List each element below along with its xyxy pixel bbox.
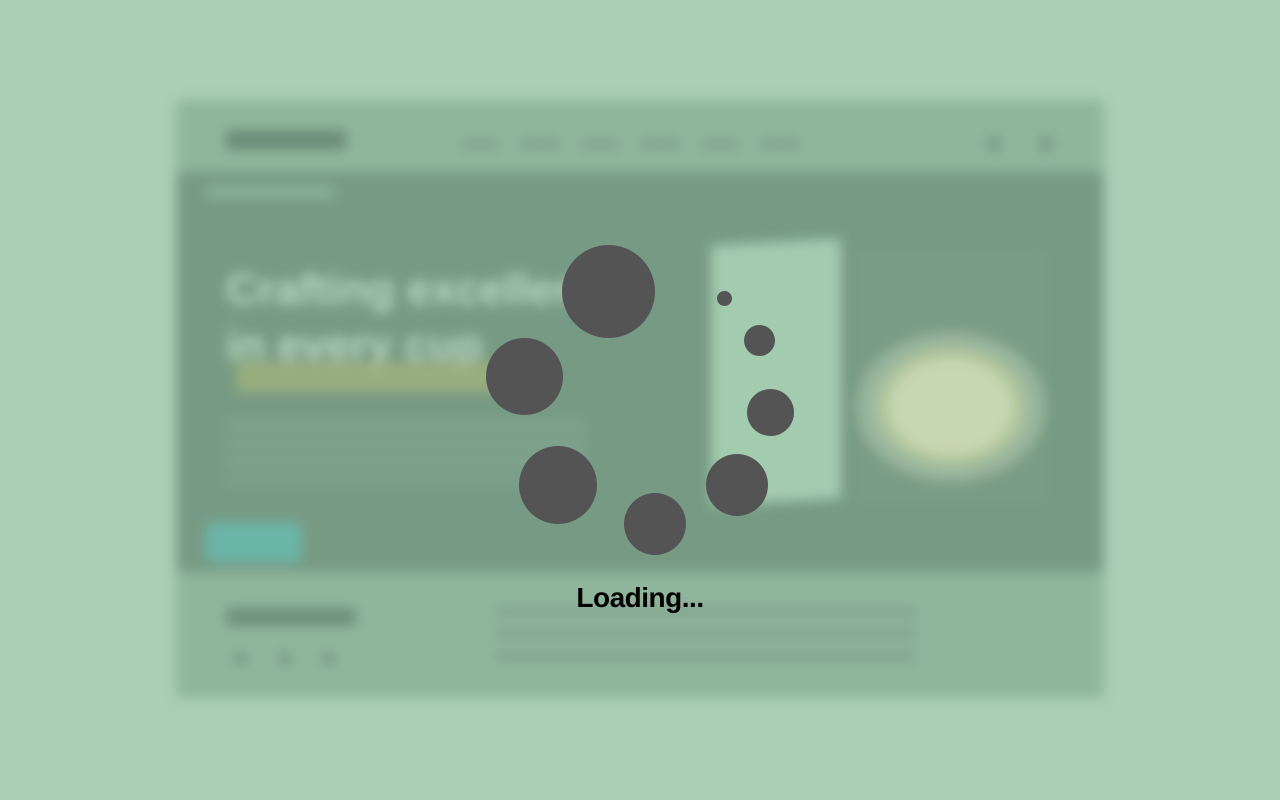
spinner-dot (747, 389, 794, 436)
page-viewport: Crafting excellence in every cup Loading… (0, 0, 1280, 800)
spinner-dot (717, 291, 732, 306)
loading-spinner (0, 0, 1280, 800)
spinner-dot (486, 338, 563, 415)
spinner-dot (744, 325, 775, 356)
spinner-dot (562, 245, 655, 338)
loading-label: Loading... (576, 582, 704, 613)
spinner-dot (706, 454, 768, 516)
spinner-dot (519, 446, 597, 524)
spinner-dot (624, 493, 686, 555)
